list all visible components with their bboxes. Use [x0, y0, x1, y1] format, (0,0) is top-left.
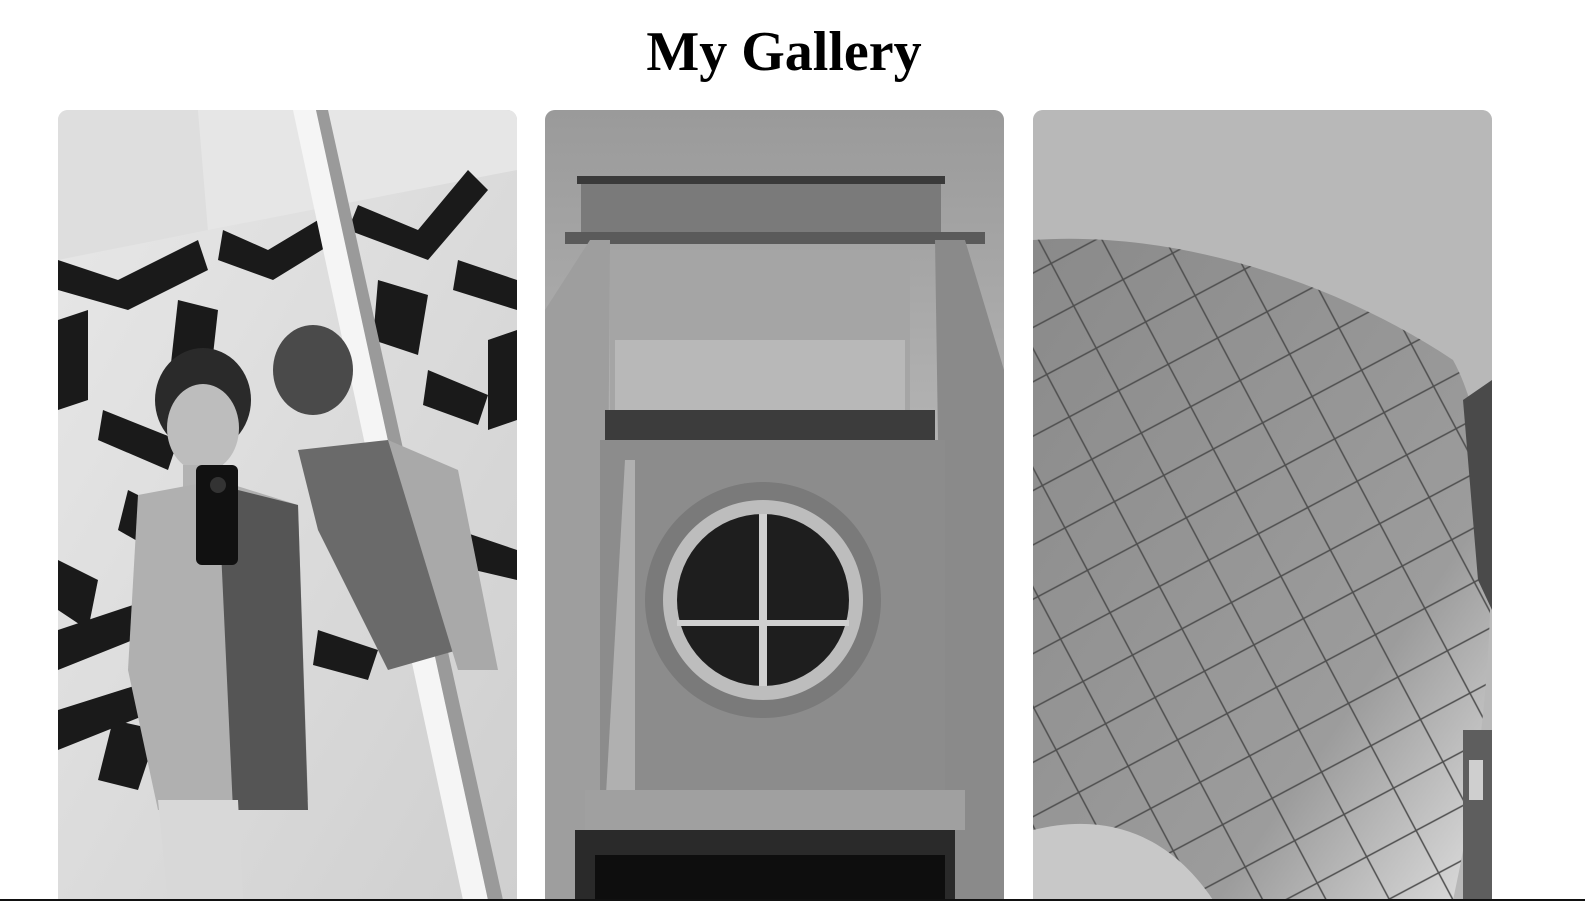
- bottom-divider: [0, 899, 1585, 901]
- gallery-image-curved-metal-facade[interactable]: [1033, 110, 1492, 900]
- gallery-image-building-round-window[interactable]: [545, 110, 1004, 900]
- curved-metal-facade-photo: [1033, 110, 1492, 900]
- page-title: My Gallery: [646, 21, 922, 83]
- building-round-window-photo: [545, 110, 1004, 900]
- gallery-grid: [58, 110, 1492, 900]
- gallery-image-mirror-selfie[interactable]: [58, 110, 517, 900]
- mirror-selfie-photo: [58, 110, 517, 900]
